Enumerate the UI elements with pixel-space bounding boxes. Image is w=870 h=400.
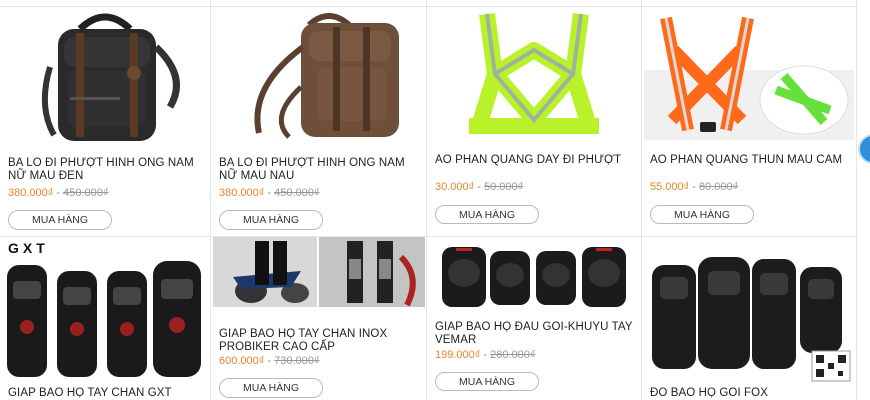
price-row: 55.000₫ -80.000₫: [650, 181, 738, 193]
price-row: 600.000₫ -730.000₫: [219, 355, 320, 367]
product-title[interactable]: GIAP BAO HỌ TAY CHAN GXT: [8, 387, 204, 400]
price-old: 730.000₫: [274, 355, 320, 367]
product-title[interactable]: BA LO ĐI PHƯỢT HINH ONG NAM NỮ MAU NAU: [219, 157, 420, 183]
product-card[interactable]: AO PHAN QUANG DAY ĐI PHƯỢT 30.000₫ -50.00…: [427, 7, 641, 236]
price-new: 380.000₫: [8, 187, 54, 199]
price-new: 199.000₫: [435, 349, 481, 361]
price-separator: -: [477, 181, 481, 193]
price-new: 380.000₫: [219, 187, 265, 199]
price-separator: -: [56, 187, 61, 199]
price-separator: -: [267, 355, 272, 367]
buy-button[interactable]: MUA HÀNG: [435, 205, 539, 224]
product-image[interactable]: [211, 237, 426, 307]
buy-button[interactable]: MUA HÀNG: [650, 205, 754, 224]
product-card[interactable]: GIAP BAO HỌ TAY CHAN INOX PROBIKER CAO C…: [211, 237, 426, 400]
price-old: 80.000₫: [698, 181, 739, 193]
buy-button[interactable]: MUA HÀNG: [219, 378, 323, 398]
price-new: 30.000₫: [435, 181, 475, 193]
product-card[interactable]: AO PHAN QUANG THUN MAU CAM 55.000₫ -80.00…: [642, 7, 856, 236]
price-separator: -: [483, 349, 488, 361]
price-old: 50.000₫: [483, 181, 524, 193]
price-separator: -: [267, 187, 272, 199]
buy-button[interactable]: MUA HÀNG: [8, 210, 112, 230]
price-new: 55.000₫: [650, 181, 690, 193]
buy-button[interactable]: MUA HÀNG: [219, 210, 323, 230]
floating-widget-button[interactable]: [858, 134, 870, 164]
product-title[interactable]: AO PHAN QUANG THUN MAU CAM: [650, 154, 850, 167]
product-card[interactable]: ĐO BAO HỌ GOI FOX: [642, 237, 856, 400]
product-image[interactable]: [211, 7, 426, 147]
price-row: 30.000₫ -50.000₫: [435, 181, 523, 193]
product-card[interactable]: GXT GIAP BAO HỌ TAY CHAN GXT: [0, 237, 210, 400]
product-image[interactable]: [0, 7, 210, 147]
product-image[interactable]: [427, 7, 641, 143]
product-card[interactable]: BA LO ĐI PHƯỢT HINH ONG NAM NỮ MAU ĐEN 3…: [0, 7, 210, 236]
brand-logo: GXT: [8, 240, 49, 256]
product-image[interactable]: [642, 7, 856, 143]
price-row: 199.000₫ -280.000₫: [435, 349, 536, 361]
product-title[interactable]: GIAP BAO HỌ TAY CHAN INOX PROBIKER CAO C…: [219, 328, 420, 354]
price-row: 380.000₫ -450.000₫: [8, 187, 109, 199]
product-image[interactable]: [0, 257, 210, 381]
buy-button[interactable]: MUA HÀNG: [435, 372, 539, 391]
product-image[interactable]: [642, 237, 856, 383]
price-old: 450.000₫: [274, 187, 320, 199]
price-old: 280.000₫: [490, 349, 536, 361]
product-title[interactable]: ĐO BAO HỌ GOI FOX: [650, 387, 850, 400]
price-separator: -: [692, 181, 696, 193]
product-card[interactable]: BA LO ĐI PHƯỢT HINH ONG NAM NỮ MAU NAU 3…: [211, 7, 426, 236]
price-row: 380.000₫ -450.000₫: [219, 187, 320, 199]
grid-divider: [856, 0, 857, 400]
product-image[interactable]: [427, 237, 641, 313]
price-new: 600.000₫: [219, 355, 265, 367]
product-card[interactable]: GIAP BAO HỌ ĐAU GOI-KHUYU TAY VEMAR 199.…: [427, 237, 641, 400]
product-title[interactable]: BA LO ĐI PHƯỢT HINH ONG NAM NỮ MAU ĐEN: [8, 157, 204, 183]
product-title[interactable]: AO PHAN QUANG DAY ĐI PHƯỢT: [435, 154, 635, 167]
price-old: 450.000₫: [63, 187, 109, 199]
product-title[interactable]: GIAP BAO HỌ ĐAU GOI-KHUYU TAY VEMAR: [435, 321, 635, 347]
